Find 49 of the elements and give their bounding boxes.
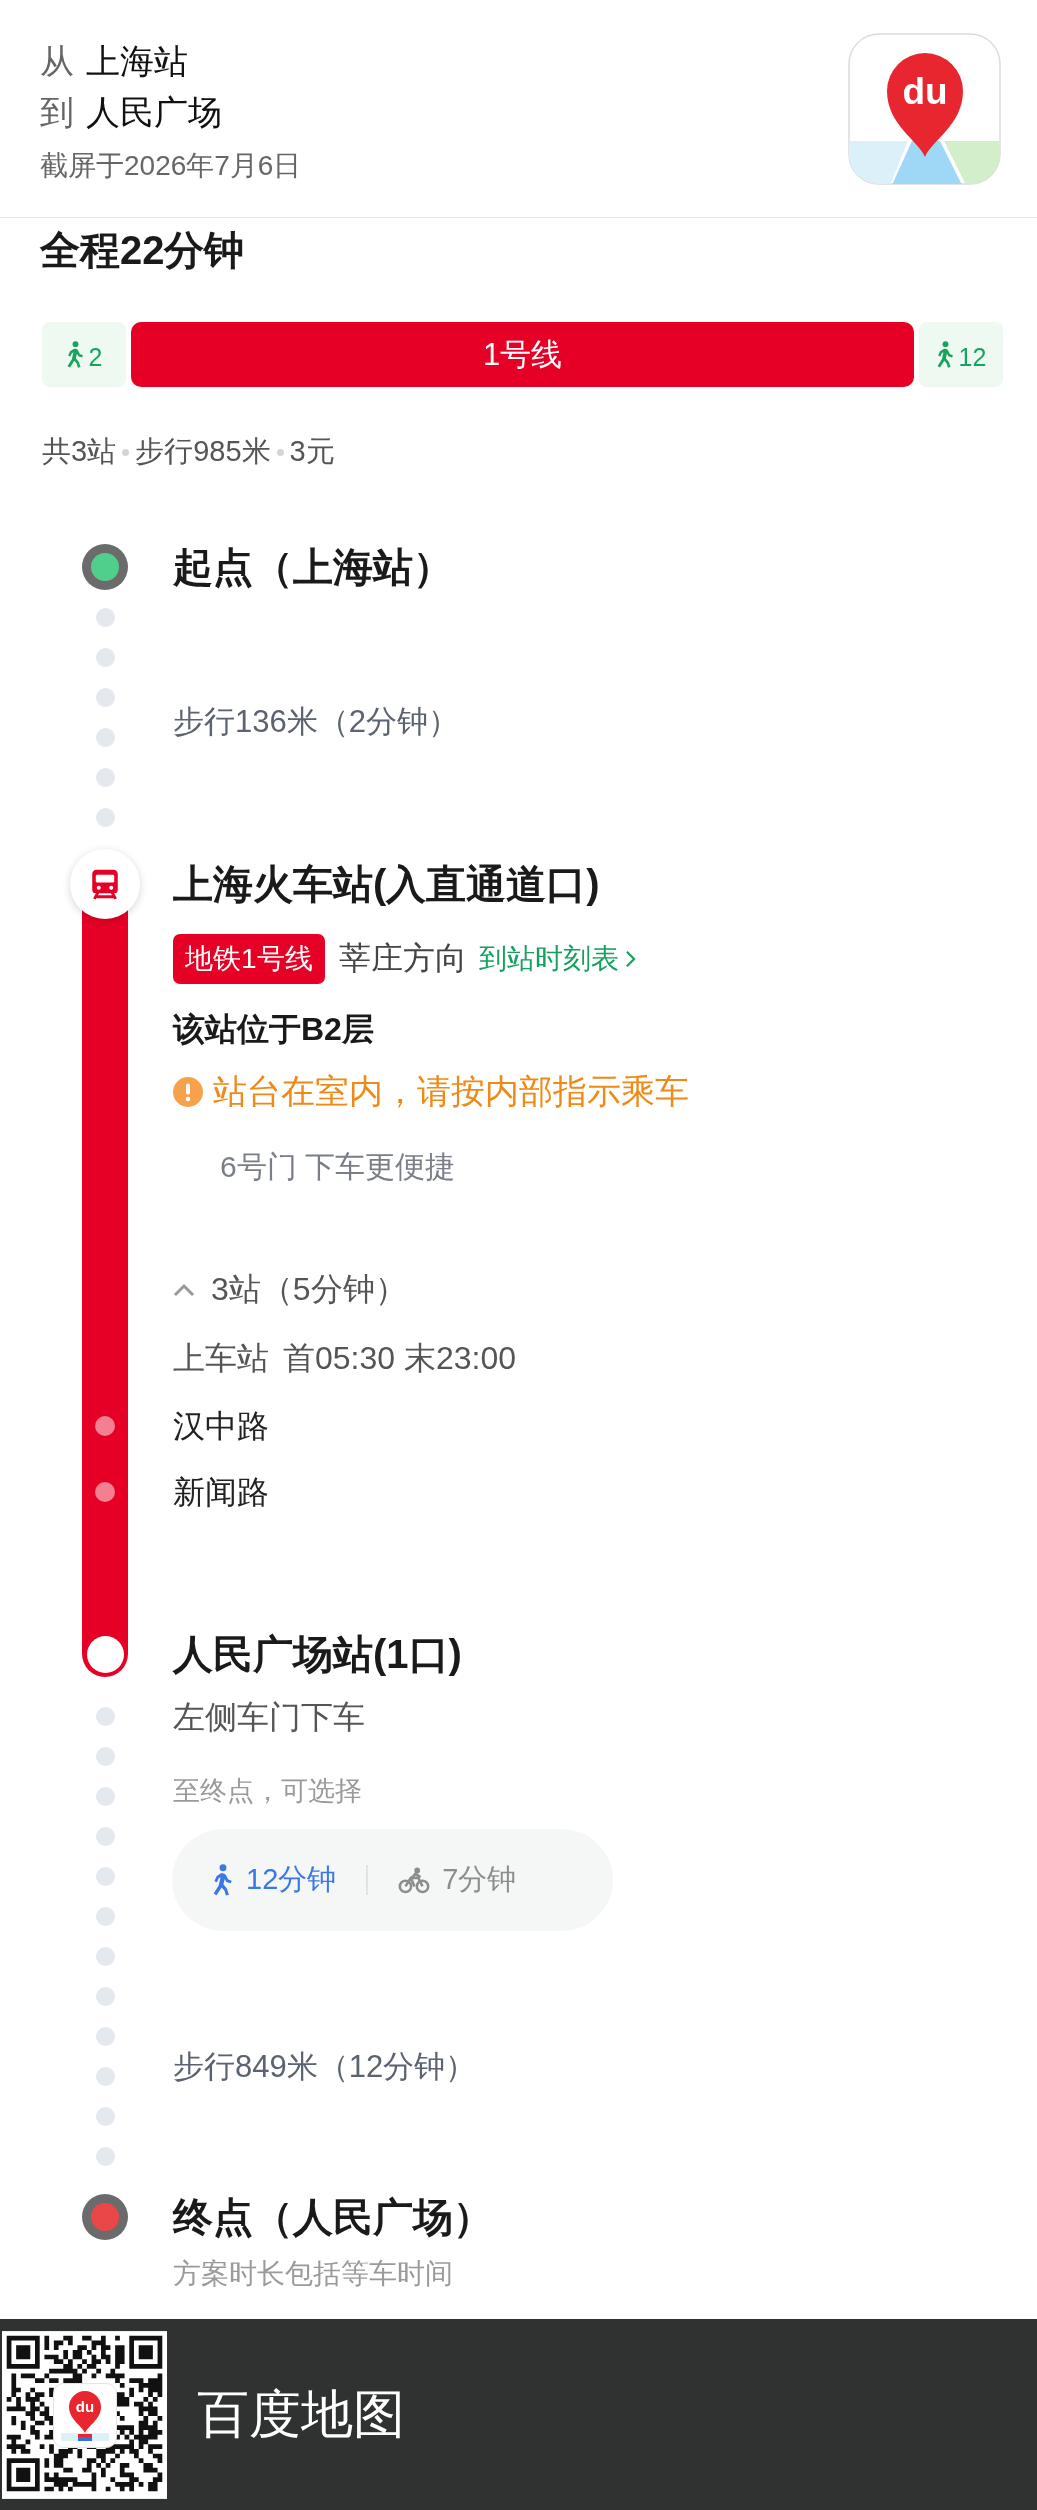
cyclist-icon (398, 1866, 431, 1894)
line-tag: 地铁1号线 (173, 934, 325, 984)
start-marker-icon (82, 544, 128, 590)
separator-dot (276, 448, 284, 456)
timetable-link[interactable]: 到站时刻表 (478, 940, 636, 978)
app-logo: du (848, 33, 1001, 185)
warning-icon (173, 1077, 203, 1107)
chevron-up-icon (173, 1283, 195, 1297)
travel-option[interactable]: 7分钟 (398, 1860, 517, 1900)
route-stat: 3元 (289, 434, 335, 469)
stop-name: 汉中路 (173, 1407, 269, 1446)
option-prompt: 至终点，可选择 (173, 1775, 362, 1808)
origin-title: 起点（上海站） (173, 544, 454, 591)
boarding-label: 上车站 (173, 1339, 269, 1378)
walk-minutes: 2 (88, 342, 103, 372)
end-marker-icon (82, 2194, 128, 2240)
walk-distance: 步行136米（2分钟） (173, 703, 460, 741)
travel-option[interactable]: 12分钟 (212, 1860, 337, 1900)
stop-name: 新闻路 (173, 1473, 269, 1512)
brand-name: 百度地图 (197, 2383, 405, 2445)
floor-note: 该站位于B2层 (173, 1010, 375, 1049)
station-title: 上海火车站(入直通道口) (173, 861, 601, 908)
route-stat: 步行985米 (135, 434, 271, 469)
walking-person-icon (212, 1863, 234, 1897)
walk-distance: 步行849米（12分钟） (173, 2048, 477, 2086)
screenshot-date: 截屏于2026年7月6日 (40, 149, 302, 183)
warning-text: 站台在室内，请按内部指示乘车 (213, 1071, 689, 1112)
to-label: 到 (40, 92, 74, 133)
service-hours: 首05:30 末23:00 (283, 1339, 517, 1378)
door-tip: 6号门 下车更便捷 (219, 1149, 456, 1185)
stops-toggle[interactable]: 3站（5分钟） (173, 1257, 407, 1323)
app-logo: du (53, 2382, 117, 2448)
direction-text: 莘庄方向 (338, 939, 467, 978)
destination-title: 终点（人民广场） (173, 2194, 494, 2241)
origin-name: 上海站 (86, 41, 188, 82)
arrival-station-title: 人民广场站(1口) (173, 1631, 462, 1678)
walking-person-icon (935, 340, 955, 369)
subway-segment-bar: 1号线 (131, 322, 914, 387)
duration-note: 方案时长包括等车时间 (173, 2257, 453, 2291)
train-icon (70, 849, 140, 919)
route-duration: 全程22分钟 (40, 227, 246, 274)
route-stat: 共3站 (42, 434, 117, 469)
chevron-right-icon (624, 950, 636, 968)
walk-minutes: 12 (958, 342, 987, 372)
walking-person-icon (65, 340, 85, 369)
destination-name: 人民广场 (86, 92, 222, 133)
exit-note: 左侧车门下车 (173, 1698, 365, 1737)
from-label: 从 (40, 41, 74, 82)
separator-dot (122, 448, 130, 456)
